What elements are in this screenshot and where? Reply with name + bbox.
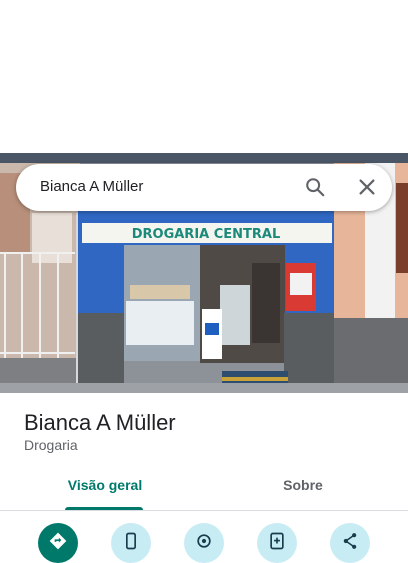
directions-button[interactable] — [38, 523, 78, 563]
location-button[interactable] — [184, 523, 224, 563]
search-icon[interactable] — [304, 176, 326, 198]
map-blank-area — [0, 0, 408, 153]
directions-icon — [49, 532, 67, 550]
tab-bar: Visão geral Sobre — [0, 470, 408, 511]
place-category: Drogaria — [24, 437, 78, 453]
location-icon — [197, 534, 211, 548]
phone-icon — [126, 532, 136, 550]
call-button[interactable] — [111, 523, 151, 563]
tab-about-label: Sobre — [283, 477, 323, 493]
search-input[interactable]: Bianca A Müller — [40, 178, 143, 195]
tab-overview[interactable]: Visão geral — [60, 470, 150, 510]
save-button[interactable] — [257, 523, 297, 563]
share-button[interactable] — [330, 523, 370, 563]
shop-sign-text: DROGARIA CENTRAL — [132, 227, 281, 242]
place-title: Bianca A Müller — [24, 410, 176, 435]
tab-selected-indicator — [65, 507, 143, 510]
tab-overview-label: Visão geral — [67, 477, 143, 493]
close-icon[interactable] — [356, 176, 378, 198]
save-icon — [270, 532, 284, 550]
search-bar[interactable]: Bianca A Müller — [16, 164, 392, 211]
tab-about[interactable]: Sobre — [258, 470, 348, 508]
share-icon — [343, 533, 357, 549]
